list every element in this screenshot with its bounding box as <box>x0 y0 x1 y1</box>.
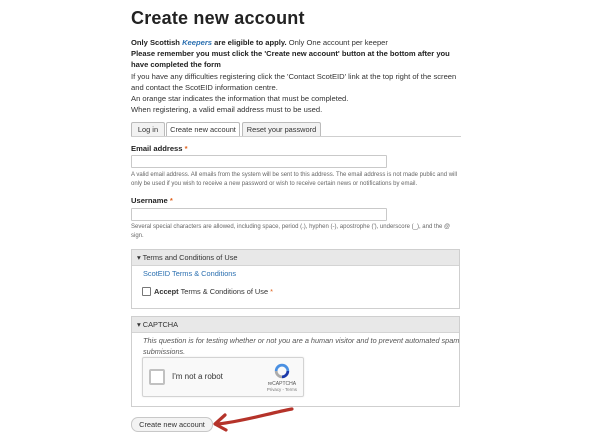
accept-terms-checkbox[interactable] <box>142 287 151 296</box>
captcha-description: This question is for testing whether or … <box>143 336 460 356</box>
username-label: Username * <box>131 196 173 205</box>
accept-rest-text: Terms & Conditions of Use <box>178 287 269 296</box>
recaptcha-widget: I'm not a robot reCAPTCHA Privacy - Term… <box>142 357 304 397</box>
intro-line-orange-star: An orange star indicates the information… <box>131 94 349 104</box>
username-description: Several special characters are allowed, … <box>131 224 451 239</box>
username-field[interactable] <box>131 208 387 221</box>
accept-bold-text: Accept <box>154 287 179 296</box>
username-label-text: Username <box>131 196 168 205</box>
intro-line-difficulties: If you have any difficulties registering… <box>131 71 457 92</box>
email-field[interactable] <box>131 155 387 168</box>
red-arrow-annotation-icon <box>213 407 294 432</box>
recaptcha-checkbox[interactable] <box>149 369 165 385</box>
email-label: Email address * <box>131 144 188 153</box>
intro-line-eligibility: Only Scottish Keepers are eligible to ap… <box>131 37 461 48</box>
eligibility-bold-a: Only Scottish <box>131 38 183 47</box>
tab-divider <box>131 136 461 137</box>
keepers-word: Keepers <box>182 38 213 47</box>
intro-line-valid-email: When registering, a valid email address … <box>131 105 323 115</box>
terms-fieldset: ▾ Terms and Conditions of Use <box>131 249 460 309</box>
email-label-text: Email address <box>131 144 183 153</box>
terms-link[interactable]: ScotEID Terms & Conditions <box>143 269 236 278</box>
eligibility-rest: Only One account per keeper <box>286 38 388 47</box>
email-description: A valid email address. All emails from t… <box>131 172 458 187</box>
recaptcha-label: I'm not a robot <box>172 372 223 381</box>
recaptcha-logo-icon <box>274 363 290 379</box>
page-title: Create new account <box>131 8 305 28</box>
recaptcha-brand: reCAPTCHA Privacy - Terms <box>267 381 297 393</box>
intro-line-reminder: Please remember you must click the 'Crea… <box>131 49 450 70</box>
eligibility-bold-b: are eligible to apply. <box>212 38 287 47</box>
username-required-star: * <box>169 196 173 205</box>
intro-text: Only Scottish Keepers are eligible to ap… <box>131 37 461 115</box>
recaptcha-privacy-terms[interactable]: Privacy - Terms <box>267 387 297 393</box>
tab-reset-password[interactable]: Reset your password <box>242 122 321 136</box>
email-required-star: * <box>184 144 188 153</box>
create-account-button[interactable]: Create new account <box>131 417 213 432</box>
tab-create-new-account[interactable]: Create new account <box>166 122 240 137</box>
tab-log-in[interactable]: Log in <box>131 122 165 136</box>
terms-legend[interactable]: ▾ Terms and Conditions of Use <box>132 250 459 266</box>
accept-terms-label: Accept Terms & Conditions of Use * <box>154 287 273 296</box>
terms-required-star: * <box>270 287 274 296</box>
captcha-legend[interactable]: ▾ CAPTCHA <box>132 317 459 333</box>
